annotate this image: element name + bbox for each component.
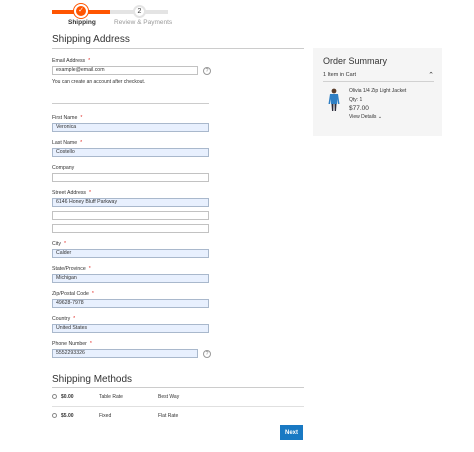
next-button[interactable]: Next xyxy=(280,425,303,440)
phone-number-field[interactable]: 5552293326 xyxy=(52,349,198,358)
email-help-text: You can create an account after checkout… xyxy=(52,79,146,85)
email-field[interactable]: example@email.com xyxy=(52,66,198,75)
step-number-2: 2 xyxy=(133,5,146,18)
product-name: Olivia 1/4 Zip Light Jacket xyxy=(349,88,407,94)
shipping-method-carrier: Table Rate xyxy=(99,394,123,400)
shipping-method-title: Best Way xyxy=(158,394,180,400)
shipping-method-title: Flat Rate xyxy=(158,413,179,419)
zip-postal-code-label: Zip/Postal Code * xyxy=(52,291,94,297)
order-summary-panel: Order Summary 1 Item in Cart ⌃ Olivia 1/… xyxy=(313,48,442,136)
step-shipping-label: Shipping xyxy=(68,19,96,26)
street-line-3-field[interactable] xyxy=(52,224,209,233)
city-label: City * xyxy=(52,241,66,247)
last-name-field[interactable]: Costello xyxy=(52,148,209,157)
phone-number-label: Phone Number * xyxy=(52,341,92,347)
company-label: Company xyxy=(52,165,75,171)
company-field[interactable] xyxy=(52,173,209,182)
shipping-methods-title: Shipping Methods xyxy=(52,374,133,385)
shipping-address-title: Shipping Address xyxy=(52,34,130,45)
view-details-toggle[interactable]: View Details ⌄ xyxy=(349,114,382,120)
step-review-payments-label[interactable]: Review & Payments xyxy=(114,19,172,26)
step-complete-check-icon: ✓ xyxy=(74,4,88,18)
shipping-method-divider xyxy=(52,406,304,407)
email-label: Email Address * xyxy=(52,58,91,64)
shipping-method-price: $0.00 xyxy=(61,394,74,400)
order-summary-title: Order Summary xyxy=(323,56,388,66)
items-in-cart-toggle[interactable]: 1 Item in Cart xyxy=(323,72,356,78)
shipping-method-radio[interactable] xyxy=(52,413,57,418)
email-help-icon[interactable]: ? xyxy=(203,67,211,75)
country-select[interactable]: United States xyxy=(52,324,209,333)
product-price: $77.00 xyxy=(349,105,369,112)
shipping-method-radio[interactable] xyxy=(52,394,57,399)
shipping-method-carrier: Fixed xyxy=(99,413,112,419)
phone-help-icon[interactable]: ? xyxy=(203,350,211,358)
summary-divider xyxy=(323,81,434,82)
shipping-methods-divider xyxy=(52,387,304,388)
country-label: Country * xyxy=(52,316,76,322)
checkout-progress-bar: ✓ 2 Shipping Review & Payments xyxy=(52,4,172,28)
shipping-method-price: $5.00 xyxy=(61,413,74,419)
street-line-1-field[interactable]: 6146 Honey Bluff Parkway xyxy=(52,198,209,207)
shipping-address-divider xyxy=(52,48,304,49)
street-address-label: Street Address * xyxy=(52,190,92,196)
shipping-method-row[interactable]: $5.00 Fixed Flat Rate xyxy=(52,411,304,421)
chevron-up-icon[interactable]: ⌃ xyxy=(428,71,434,79)
shipping-method-row[interactable]: $0.00 Table Rate Best Way xyxy=(52,392,304,402)
chevron-down-icon: ⌄ xyxy=(377,114,383,120)
state-province-select[interactable]: Michigan xyxy=(52,274,209,283)
first-name-field[interactable]: Veronica xyxy=(52,123,209,132)
product-qty: Qty: 1 xyxy=(349,97,363,103)
state-province-label: State/Province * xyxy=(52,266,91,272)
first-name-label: First Name * xyxy=(52,115,83,121)
city-field[interactable]: Calder xyxy=(52,249,209,258)
last-name-label: Last Name * xyxy=(52,140,83,146)
street-line-2-field[interactable] xyxy=(52,211,209,220)
product-thumbnail-image xyxy=(328,88,340,111)
email-divider xyxy=(52,103,209,104)
zip-postal-code-field[interactable]: 49628-7978 xyxy=(52,299,209,308)
